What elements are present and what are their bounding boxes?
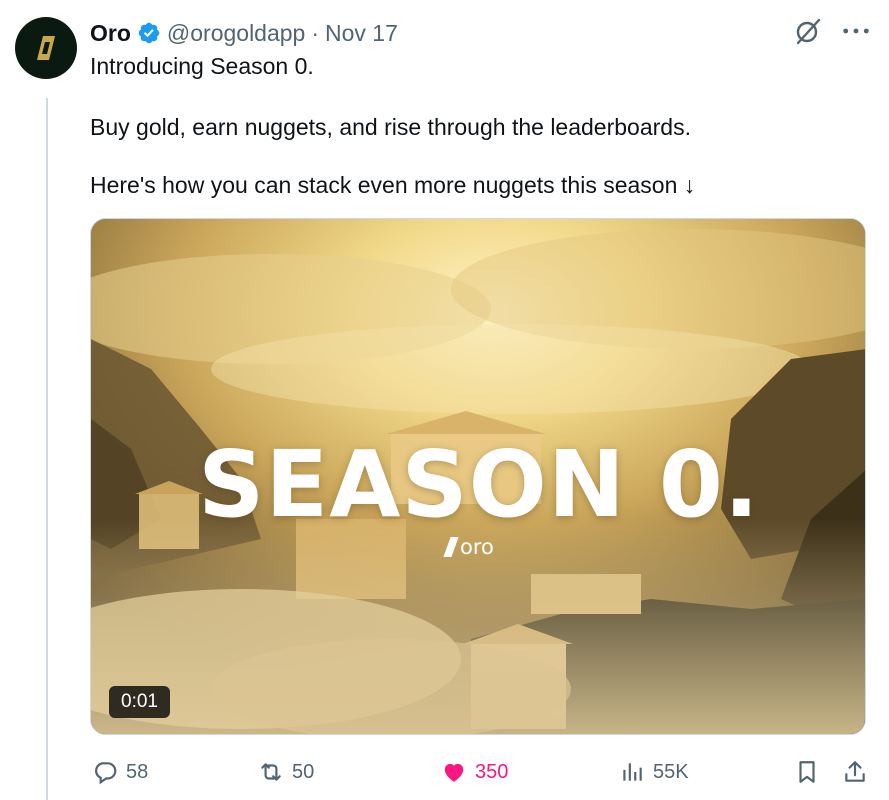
tweet-text-line: Buy gold, earn nuggets, and rise through… bbox=[90, 114, 691, 140]
reply-count: 58 bbox=[126, 760, 149, 783]
video-player[interactable]: SEASON 0. oro 0:01 bbox=[90, 218, 866, 735]
retweet-button[interactable]: 50 bbox=[258, 756, 314, 788]
tweet-header: Oro @orogoldapp · Nov 17 bbox=[90, 18, 398, 48]
video-title-overlay: SEASON 0. bbox=[198, 431, 760, 538]
header-separator: · bbox=[311, 19, 320, 46]
oro-logo-icon bbox=[37, 36, 55, 60]
reply-button[interactable]: 58 bbox=[92, 756, 148, 788]
video-timestamp: 0:01 bbox=[109, 686, 170, 718]
like-count: 350 bbox=[475, 760, 509, 783]
author-name[interactable]: Oro bbox=[90, 20, 131, 47]
verified-badge-icon[interactable] bbox=[137, 21, 161, 45]
author-handle[interactable]: @orogoldapp bbox=[167, 20, 305, 47]
bookmark-button[interactable] bbox=[794, 756, 820, 788]
tweet-actions: 58 50 350 55K bbox=[0, 756, 889, 788]
share-button[interactable] bbox=[842, 756, 868, 788]
video-brand-logo: oro bbox=[443, 535, 494, 559]
tweet[interactable]: Oro @orogoldapp · Nov 17 Introducing Sea… bbox=[0, 0, 889, 800]
views-icon bbox=[623, 763, 642, 781]
views-button[interactable]: 55K bbox=[619, 756, 689, 788]
top-icons bbox=[793, 16, 871, 46]
more-options-icon[interactable] bbox=[841, 16, 871, 46]
views-count: 55K bbox=[653, 760, 689, 783]
bookmark-icon bbox=[799, 761, 815, 783]
reply-icon bbox=[95, 762, 117, 785]
heart-icon bbox=[444, 763, 464, 782]
tweet-text-line: Here's how you can stack even more nugge… bbox=[90, 172, 696, 198]
avatar[interactable] bbox=[15, 17, 77, 79]
tweet-date[interactable]: Nov 17 bbox=[325, 20, 398, 47]
video-brand-text: oro bbox=[460, 535, 494, 559]
like-button[interactable]: 350 bbox=[441, 756, 508, 788]
retweet-count: 50 bbox=[292, 760, 315, 783]
thread-line bbox=[46, 98, 48, 800]
retweet-icon bbox=[261, 763, 281, 781]
share-icon bbox=[845, 761, 865, 782]
grok-icon[interactable] bbox=[793, 16, 823, 46]
tweet-text-line: Introducing Season 0. bbox=[90, 53, 314, 79]
